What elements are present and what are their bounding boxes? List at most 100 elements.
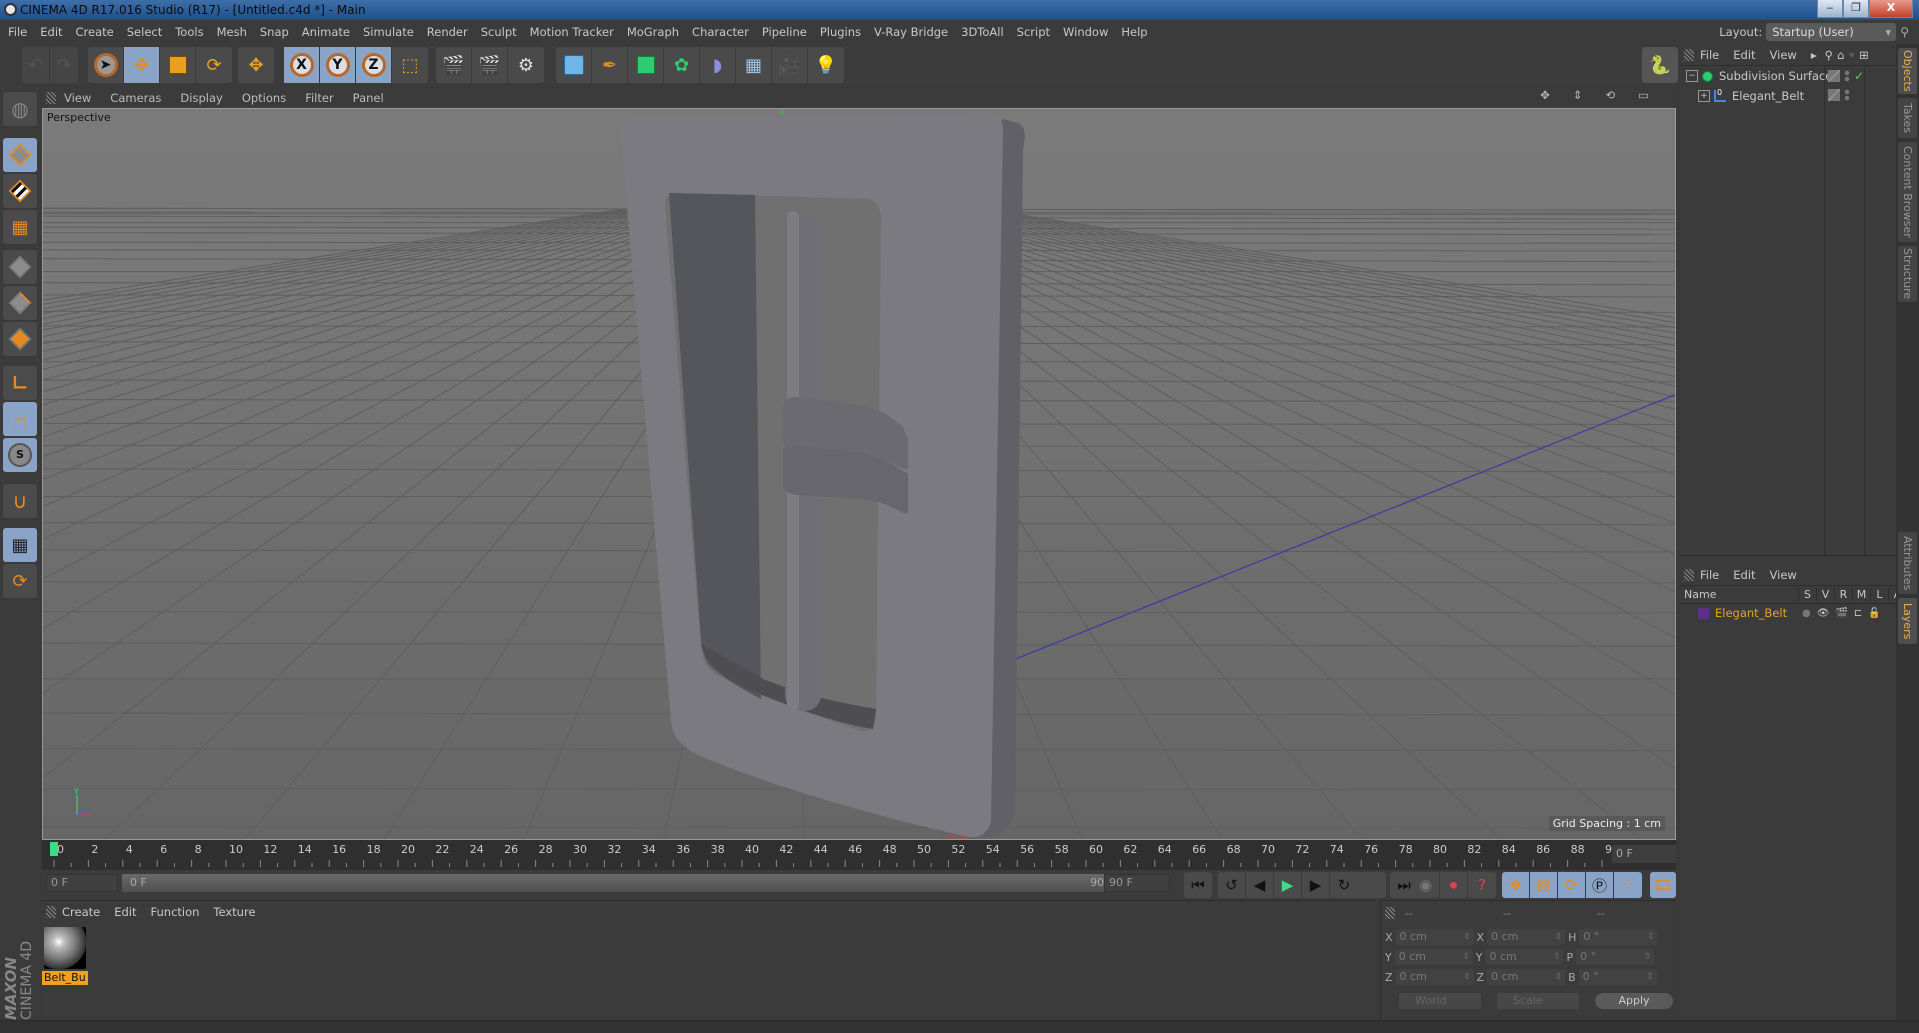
menu-window[interactable]: Window <box>1063 25 1108 39</box>
menu-3dtoall[interactable]: 3DToAll <box>961 25 1004 39</box>
select-arrow-icon[interactable]: ➤ <box>88 47 124 83</box>
apply-button[interactable]: Apply <box>1595 993 1673 1009</box>
points-mode-icon[interactable] <box>3 250 37 284</box>
play-icon[interactable]: ▶ <box>1274 872 1302 898</box>
solo-mode-icon[interactable]: S <box>3 438 37 472</box>
lock-icon[interactable]: 🔓 <box>1868 608 1880 619</box>
prev-key-icon[interactable]: ↺ <box>1218 872 1246 898</box>
menu-sculpt[interactable]: Sculpt <box>481 25 517 39</box>
light-icon[interactable]: 💡 <box>808 47 844 83</box>
search-icon[interactable]: ⚲ <box>1825 48 1833 62</box>
model-mode-icon[interactable] <box>3 138 37 172</box>
tab-takes[interactable]: Takes <box>1898 98 1917 138</box>
viewport-perspective[interactable]: Perspective Y Grid Spacing : 1 cm <box>42 108 1676 840</box>
layer-flag-icon[interactable] <box>1828 89 1840 101</box>
tweak-mode-icon[interactable]: 🖱 <box>3 402 37 436</box>
make-editable-icon[interactable]: ◍ <box>3 92 37 126</box>
layer-flag-icon[interactable] <box>1828 70 1840 82</box>
om-menu-file[interactable]: File <box>1700 48 1719 62</box>
end-frame-field[interactable]: 90 F <box>1104 874 1170 892</box>
tab-content-browser[interactable]: Content Browser <box>1898 142 1917 242</box>
layout-dropdown[interactable]: Startup (User) <box>1766 23 1897 41</box>
workplane-align-icon[interactable]: ⟳ <box>3 564 37 598</box>
key-pla-icon[interactable]: ⁘ <box>1614 872 1642 898</box>
rotation-h-field[interactable]: 0 ° <box>1579 929 1658 945</box>
column-solo[interactable]: S <box>1798 588 1816 601</box>
menu-render[interactable]: Render <box>427 25 468 39</box>
menu-plugins[interactable]: Plugins <box>820 25 861 39</box>
visibility-dots-icon[interactable] <box>1844 89 1850 101</box>
object-row-subdivision[interactable]: − Subdivision Surface ✓ <box>1680 66 1896 86</box>
render-view-icon[interactable]: 🎬 <box>436 47 472 83</box>
manager-tree-icon[interactable]: ⊏ <box>1854 608 1862 619</box>
position-z-field[interactable]: 0 cm <box>1395 969 1474 985</box>
camera-icon[interactable]: 🎥 <box>772 47 808 83</box>
panel-grip-icon[interactable] <box>46 906 56 918</box>
enabled-check-icon[interactable]: ✓ <box>1854 69 1864 83</box>
visibility-dots-icon[interactable] <box>1844 70 1850 82</box>
pen-spline-icon[interactable]: ✒ <box>592 47 628 83</box>
undo-icon[interactable]: ↶ <box>22 47 50 83</box>
snap-magnet-icon[interactable]: ∪ <box>3 484 37 518</box>
menu-select[interactable]: Select <box>127 25 162 39</box>
lock-workplane-icon[interactable]: ▦ <box>3 528 37 562</box>
texture-mode-icon[interactable] <box>3 174 37 208</box>
camera-label[interactable]: Perspective <box>47 111 111 124</box>
start-frame-field[interactable]: 0 F <box>46 874 118 892</box>
rotation-b-field[interactable]: 0 ° <box>1578 969 1657 985</box>
menu-character[interactable]: Character <box>692 25 749 39</box>
current-frame-field[interactable]: 0 F <box>1612 845 1676 863</box>
layer-color-swatch[interactable] <box>1698 607 1709 619</box>
panel-grip-icon[interactable] <box>1684 48 1694 61</box>
rotate-view-icon[interactable]: ⟲ <box>1605 88 1615 102</box>
viewport-menu-panel[interactable]: Panel <box>353 91 384 105</box>
key-scale-icon[interactable]: ▨ <box>1530 872 1558 898</box>
record-active-icon[interactable]: ⏺ <box>1440 872 1468 898</box>
menu-mesh[interactable]: Mesh <box>217 25 247 39</box>
cloner-icon[interactable]: ✿ <box>664 47 700 83</box>
menu-vray-bridge[interactable]: V-Ray Bridge <box>874 25 948 39</box>
maximize-button[interactable]: ❐ <box>1843 0 1869 18</box>
om-menu-view[interactable]: View <box>1770 48 1797 62</box>
move-icon[interactable]: ✥ <box>124 47 160 83</box>
panel-grip-icon[interactable] <box>1385 907 1395 919</box>
solo-dot-icon[interactable]: ● <box>1802 608 1811 619</box>
menu-mograph[interactable]: MoGraph <box>627 25 679 39</box>
rotate-icon[interactable]: ⟳ <box>196 47 232 83</box>
viewport-menu-view[interactable]: View <box>64 91 91 105</box>
size-x-field[interactable]: 0 cm <box>1487 929 1566 945</box>
cube-primitive-icon[interactable] <box>556 47 592 83</box>
tab-attributes[interactable]: Attributes <box>1898 532 1917 594</box>
position-y-field[interactable]: 0 cm <box>1394 949 1473 965</box>
move-view-icon[interactable]: ✥ <box>1540 88 1550 102</box>
timeline-window-icon[interactable]: 🎞 <box>1650 872 1676 898</box>
render-picture-viewer-icon[interactable]: 🎬 <box>472 47 508 83</box>
menu-pipeline[interactable]: Pipeline <box>762 25 807 39</box>
zoom-view-icon[interactable]: ⇕ <box>1573 88 1583 102</box>
mat-menu-create[interactable]: Create <box>62 905 100 919</box>
position-x-field[interactable]: 0 cm <box>1395 929 1474 945</box>
object-row-elegant-belt[interactable]: + 0 Elegant_Belt <box>1680 86 1896 106</box>
x-axis-lock-icon[interactable]: X <box>284 47 320 83</box>
key-rotation-icon[interactable]: ⟳ <box>1558 872 1586 898</box>
edges-mode-icon[interactable] <box>3 286 37 320</box>
close-button[interactable]: X <box>1869 0 1913 18</box>
motion-record-icon[interactable]: ◉ <box>1412 872 1440 898</box>
more-arrow-icon[interactable]: ▸ <box>1811 48 1817 62</box>
collapse-icon[interactable]: − <box>1686 70 1698 82</box>
coord-mode-dropdown[interactable]: World <box>1399 993 1481 1009</box>
render-clapper-icon[interactable]: 🎬 <box>1835 608 1847 619</box>
search-icon[interactable]: ⚲ <box>1900 25 1909 39</box>
new-window-icon[interactable]: ⊞ <box>1859 48 1869 62</box>
panel-grip-icon[interactable] <box>46 92 56 104</box>
mat-menu-texture[interactable]: Texture <box>213 905 255 919</box>
om-menu-edit[interactable]: Edit <box>1733 48 1755 62</box>
viewport-menu-cameras[interactable]: Cameras <box>110 91 161 105</box>
y-axis-lock-icon[interactable]: Y <box>320 47 356 83</box>
menu-tools[interactable]: Tools <box>175 25 203 39</box>
tab-layers[interactable]: Layers <box>1898 598 1917 644</box>
key-param-icon[interactable]: Ⓟ <box>1586 872 1614 898</box>
home-icon[interactable]: ⌂ <box>1837 48 1844 62</box>
redo-icon[interactable]: ↷ <box>50 47 78 83</box>
menu-animate[interactable]: Animate <box>302 25 350 39</box>
